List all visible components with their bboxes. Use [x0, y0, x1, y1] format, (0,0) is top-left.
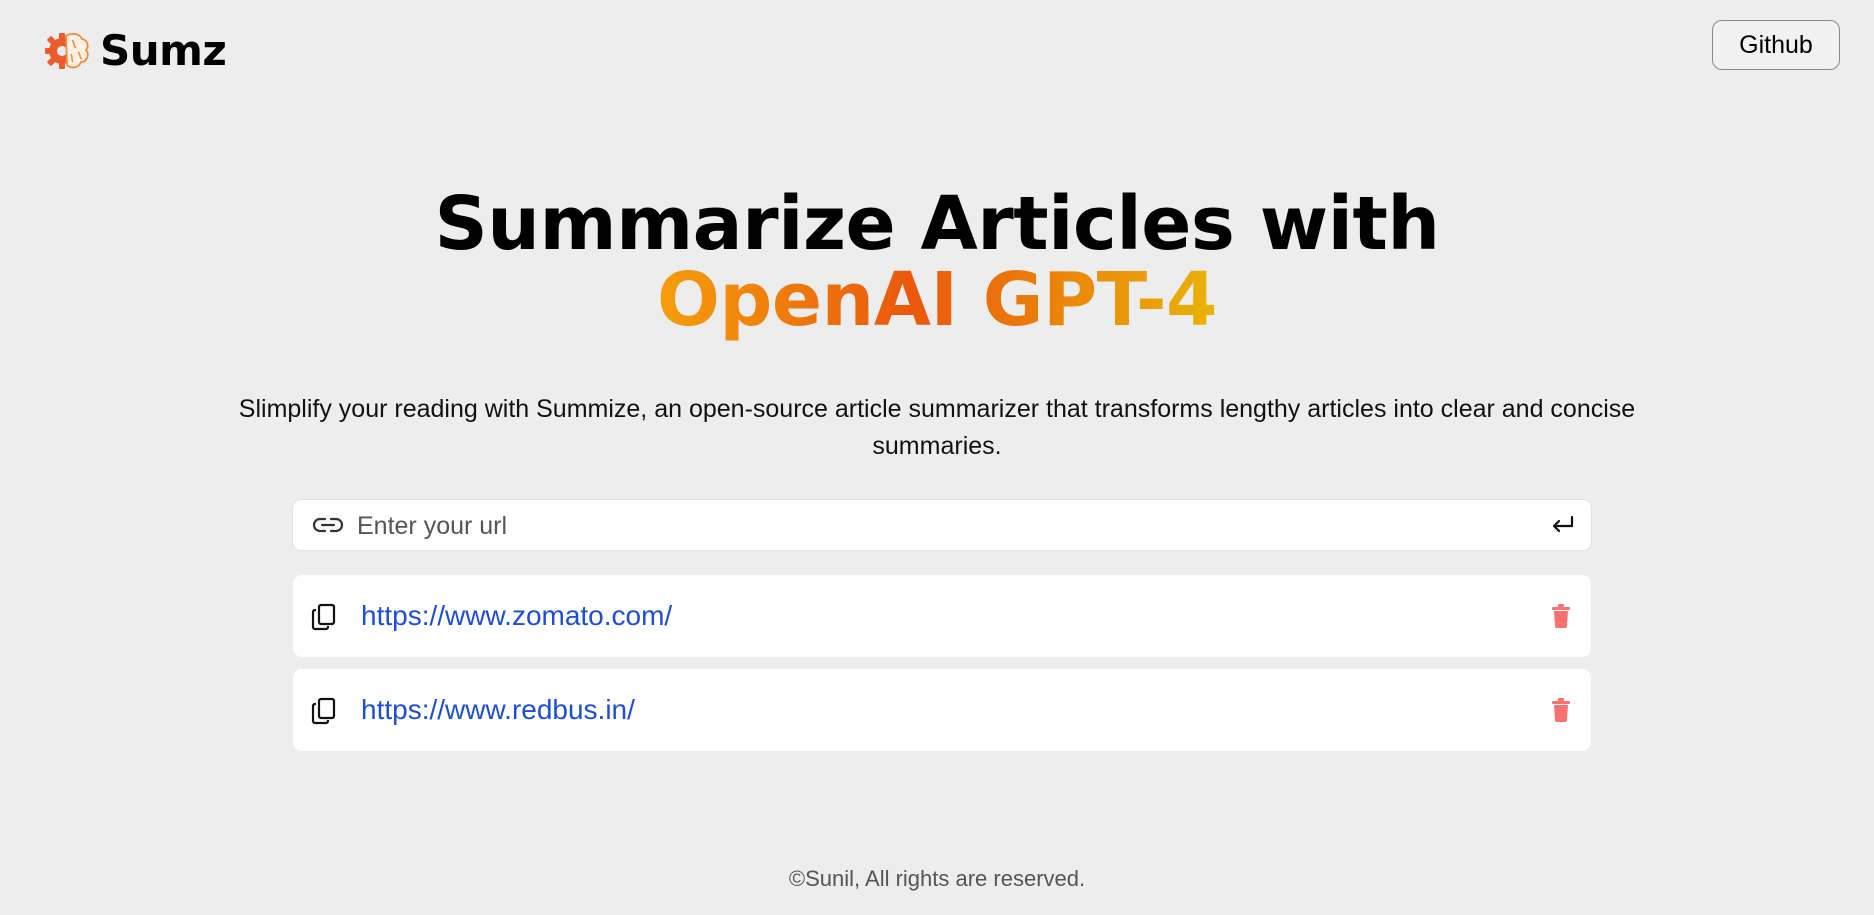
hero-title-line1: Summarize Articles with: [434, 181, 1440, 267]
history-url[interactable]: https://www.zomato.com/: [361, 599, 672, 633]
github-button[interactable]: Github: [1712, 20, 1840, 70]
history-list: https://www.zomato.com/ https://www.redb…: [293, 575, 1591, 763]
link-icon: [312, 517, 344, 533]
logo[interactable]: Sumz: [42, 26, 227, 76]
history-item[interactable]: https://www.redbus.in/: [293, 669, 1591, 751]
hero-description: Slimplify your reading with Summize, an …: [238, 395, 1636, 460]
history-item[interactable]: https://www.zomato.com/: [293, 575, 1591, 657]
copy-icon[interactable]: [311, 603, 337, 631]
navbar: Sumz Github: [0, 0, 1874, 100]
footer-text: ©Sunil, All rights are reserved.: [788, 866, 1086, 891]
hero-title-accent: OpenAI GPT-4: [656, 257, 1218, 343]
trash-icon[interactable]: [1551, 604, 1571, 628]
brain-gear-icon: [45, 32, 89, 69]
submit-button[interactable]: [1545, 508, 1581, 542]
history-url[interactable]: https://www.redbus.in/: [361, 693, 635, 727]
enter-icon: [1552, 515, 1574, 533]
url-form: [293, 500, 1591, 550]
hero: Summarize Articles with OpenAI GPT-4: [0, 186, 1874, 338]
url-input[interactable]: [355, 505, 1519, 547]
logo-text: Sumz: [100, 26, 227, 75]
copy-icon[interactable]: [311, 697, 337, 725]
trash-icon[interactable]: [1551, 698, 1571, 722]
